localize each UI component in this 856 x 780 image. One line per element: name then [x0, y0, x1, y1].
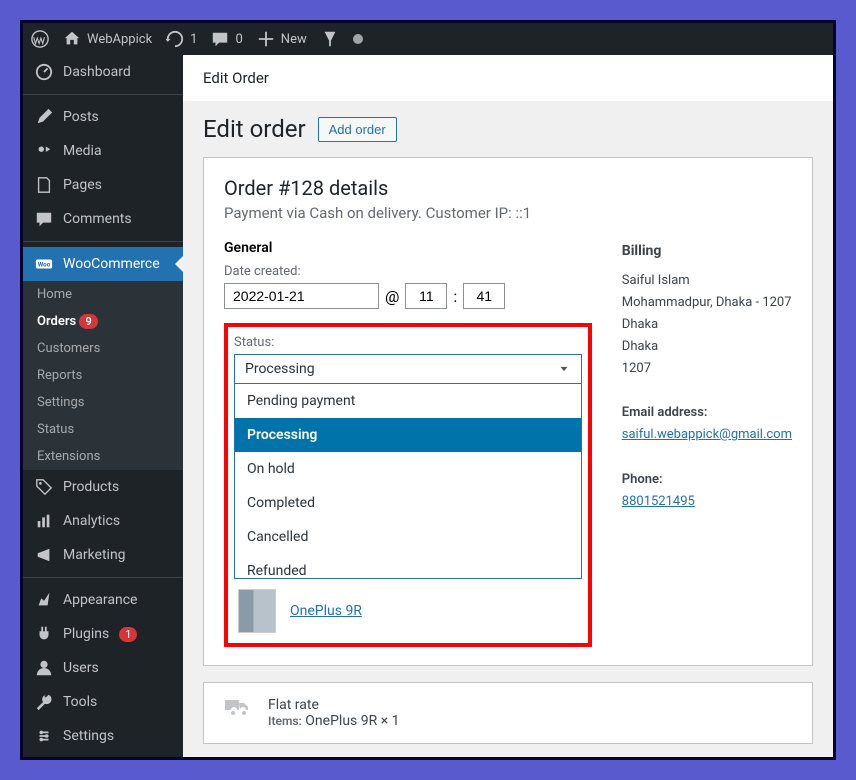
- new-link[interactable]: New: [257, 30, 307, 48]
- updates-link[interactable]: 1: [166, 30, 197, 48]
- status-option-processing[interactable]: Processing: [235, 418, 581, 452]
- billing-addr4: 1207: [622, 358, 792, 380]
- hour-input[interactable]: [405, 283, 447, 309]
- site-link[interactable]: WebAppick: [63, 30, 152, 48]
- billing-addr1: Mohammadpur, Dhaka - 1207: [622, 292, 792, 314]
- submenu-reports[interactable]: Reports: [23, 362, 183, 389]
- items-label: Items:: [268, 714, 302, 728]
- menu-marketing[interactable]: Marketing: [23, 538, 183, 572]
- plugins-badge: 1: [119, 627, 137, 642]
- status-option-onhold[interactable]: On hold: [235, 452, 581, 486]
- submenu-home[interactable]: Home: [23, 281, 183, 308]
- admin-toolbar: WebAppick 1 0 New: [23, 23, 833, 55]
- status-dot: [353, 34, 363, 44]
- billing-phone[interactable]: 8801521495: [622, 494, 695, 509]
- menu-analytics[interactable]: Analytics: [23, 504, 183, 538]
- chevron-down-icon: [557, 362, 571, 376]
- menu-settings[interactable]: Settings: [23, 719, 183, 753]
- product-thumbnail: [238, 589, 276, 633]
- orders-badge: 9: [79, 314, 97, 329]
- admin-sidebar: Dashboard Posts Media Pages Comments Woo…: [23, 55, 183, 757]
- status-label: Status:: [234, 335, 582, 350]
- wp-logo[interactable]: [31, 30, 49, 48]
- truck-icon: [224, 697, 250, 717]
- woocommerce-submenu: Home Orders 9 Customers Reports Settings…: [23, 281, 183, 470]
- order-title: Order #128 details: [224, 176, 792, 200]
- menu-dashboard[interactable]: Dashboard: [23, 55, 183, 89]
- menu-posts[interactable]: Posts: [23, 100, 183, 134]
- status-option-cancelled[interactable]: Cancelled: [235, 520, 581, 554]
- time-separator: :: [453, 287, 457, 306]
- shipping-panel: Flat rate Items: OnePlus 9R × 1: [203, 682, 813, 744]
- menu-media[interactable]: Media: [23, 134, 183, 168]
- submenu-customers[interactable]: Customers: [23, 335, 183, 362]
- status-highlight: Status: Processing Pending payment Proce…: [224, 323, 592, 647]
- minute-input[interactable]: [463, 283, 505, 309]
- billing-name: Saiful Islam: [622, 270, 792, 292]
- page-title: Edit order: [203, 115, 306, 143]
- product-row: OnePlus 9R: [234, 589, 582, 633]
- status-option-refunded[interactable]: Refunded: [235, 554, 581, 579]
- billing-heading: Billing: [622, 240, 792, 264]
- billing-column: Billing Saiful Islam Mohammadpur, Dhaka …: [622, 240, 792, 647]
- shipping-method: Flat rate: [268, 697, 400, 713]
- phone-label: Phone:: [622, 472, 663, 487]
- add-order-button[interactable]: Add order: [318, 117, 397, 142]
- payment-info: Payment via Cash on delivery. Customer I…: [224, 204, 792, 222]
- at-symbol: @: [385, 287, 399, 306]
- status-option-pending[interactable]: Pending payment: [235, 384, 581, 418]
- billing-addr3: Dhaka: [622, 336, 792, 358]
- menu-products[interactable]: Products: [23, 470, 183, 504]
- email-label: Email address:: [622, 405, 708, 420]
- submenu-extensions[interactable]: Extensions: [23, 443, 183, 470]
- submenu-orders[interactable]: Orders 9: [23, 308, 183, 335]
- submenu-settings[interactable]: Settings: [23, 389, 183, 416]
- submenu-status[interactable]: Status: [23, 416, 183, 443]
- menu-plugins[interactable]: Plugins 1: [23, 617, 183, 651]
- date-label: Date created:: [224, 264, 592, 279]
- billing-addr2: Dhaka: [622, 314, 792, 336]
- status-select[interactable]: Processing: [234, 354, 582, 384]
- menu-appearance[interactable]: Appearance: [23, 583, 183, 617]
- menu-woocommerce[interactable]: WooWooCommerce: [23, 247, 183, 281]
- order-panel: Order #128 details Payment via Cash on d…: [203, 157, 813, 666]
- items-value: OnePlus 9R × 1: [305, 713, 399, 729]
- page-tab: Edit Order: [183, 55, 833, 101]
- comments-link[interactable]: 0: [211, 30, 242, 48]
- date-input[interactable]: [224, 283, 379, 309]
- status-dropdown: Pending payment Processing On hold Compl…: [234, 384, 582, 579]
- main-content: Edit Order Edit order Add order Order #1…: [183, 55, 833, 757]
- status-option-completed[interactable]: Completed: [235, 486, 581, 520]
- status-value: Processing: [245, 361, 315, 377]
- product-link[interactable]: OnePlus 9R: [290, 603, 362, 619]
- menu-tools[interactable]: Tools: [23, 685, 183, 719]
- menu-pages[interactable]: Pages: [23, 168, 183, 202]
- svg-text:Woo: Woo: [38, 261, 51, 269]
- general-heading: General: [224, 240, 592, 256]
- menu-comments[interactable]: Comments: [23, 202, 183, 236]
- yoast-icon[interactable]: [321, 30, 339, 48]
- menu-users[interactable]: Users: [23, 651, 183, 685]
- billing-email[interactable]: saiful.webappick@gmail.com: [622, 427, 792, 442]
